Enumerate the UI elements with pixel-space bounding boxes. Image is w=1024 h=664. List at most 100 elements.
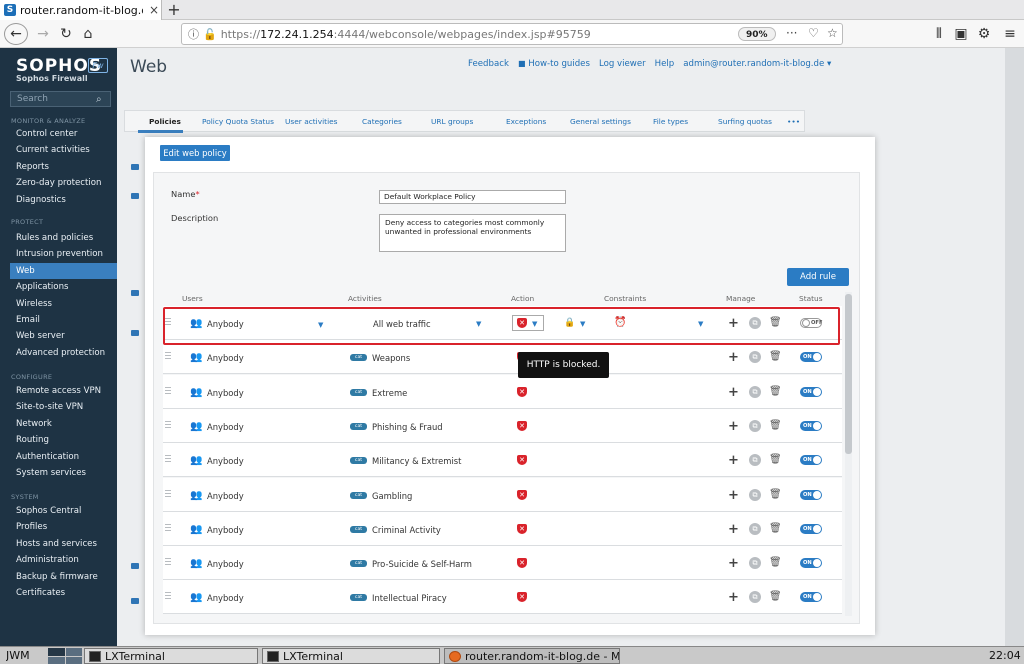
block-shield-icon[interactable]: ✕ [517,420,527,431]
new-tab-button[interactable]: + [164,0,184,20]
rule-activity[interactable]: All web traffic [373,319,431,329]
back-icon[interactable]: ← [4,23,28,45]
sidebar-item-diagnostics[interactable]: Diagnostics [10,192,117,208]
lock-warning-icon[interactable]: 🔓 [203,28,217,41]
reload-icon[interactable]: ↻ [55,23,77,45]
drag-handle-icon[interactable] [165,420,171,428]
lock-dropdown-icon[interactable]: ▼ [580,320,585,328]
activities-dropdown-icon[interactable]: ▼ [476,320,481,328]
sidebar-item-authentication[interactable]: Authentication [10,449,117,465]
clone-icon[interactable]: ⧉ [749,522,761,535]
tab-policies[interactable]: Policies [149,117,181,126]
drag-handle-icon[interactable] [165,386,171,394]
menu-icon[interactable]: ≡ [999,23,1021,45]
add-icon[interactable]: + [728,316,739,331]
sidebar-item-current-activities[interactable]: Current activities [10,142,117,158]
pocket-icon[interactable]: ♡ [808,26,819,40]
rule-row[interactable]: 👥 Anybody cat Phishing & Fraud ✕ + ⧉ 🗑 ON [163,408,842,443]
rules-scrollbar-thumb[interactable] [845,294,852,454]
info-icon[interactable]: ⓘ [188,26,199,42]
sidebar-item-backup-firmware[interactable]: Backup & firmware [10,569,117,585]
status-toggle[interactable]: ON [800,592,822,603]
sidebar-item-zero-day-protection[interactable]: Zero-day protection [10,175,117,191]
add-icon[interactable]: + [728,453,739,468]
constraints-dropdown-icon[interactable]: ▼ [698,320,703,328]
workspace-pager[interactable] [48,648,82,664]
workspace-3[interactable] [48,656,65,664]
home-icon[interactable]: ⌂ [77,23,99,45]
drag-handle-icon[interactable] [165,352,171,360]
admin-user-menu[interactable]: admin@router.random-it-blog.de ▾ [683,59,831,69]
more-icon[interactable]: ··· [786,26,797,40]
sidebar-item-site-to-site-vpn[interactable]: Site-to-site VPN [10,399,117,415]
sidebar-item-routing[interactable]: Routing [10,432,117,448]
sidebar-item-advanced-protection[interactable]: Advanced protection [10,345,117,361]
users-dropdown-icon[interactable]: ▼ [318,319,323,329]
clone-icon[interactable]: ⧉ [749,454,761,467]
clone-icon[interactable]: ⧉ [749,557,761,570]
clone-icon[interactable]: ⧉ [749,385,761,398]
block-shield-icon[interactable]: ✕ [517,592,527,603]
rule-row[interactable]: 👥 Anybody cat Criminal Activity ✕ + ⧉ 🗑 ON [163,511,842,546]
sidebar-item-reports[interactable]: Reports [10,159,117,175]
trash-icon[interactable]: 🗑 [769,420,782,431]
block-shield-icon[interactable]: ✕ [517,523,527,534]
rule-row[interactable]: 👥 Anybody cat Intellectual Piracy ✕ + ⧉ 🗑 ON [163,580,842,615]
status-toggle[interactable]: ON [800,352,822,363]
url-bar[interactable]: ⓘ 🔓 https://172.24.1.254:4444/webconsole… [181,23,843,45]
trash-icon[interactable]: 🗑 [769,557,782,568]
tab-url-groups[interactable]: URL groups [431,117,473,126]
clone-icon[interactable]: ⧉ [749,591,761,604]
sidebar-item-email[interactable]: Email [10,312,117,328]
workspace-1[interactable] [48,648,65,656]
search-input[interactable]: Search ⌕ [10,91,111,107]
trash-icon[interactable]: 🗑 [769,454,782,465]
rule-row[interactable]: 👥 Anybody cat Militancy & Extremist ✕ + ⧉ 🗑 ON [163,443,842,478]
tab-categories[interactable]: Categories [362,117,402,126]
clone-icon[interactable]: ⧉ [749,419,761,432]
taskbar-lxterminal-2[interactable]: LXTerminal [262,648,440,664]
drag-handle-icon[interactable] [165,455,171,463]
drag-handle-icon[interactable] [165,558,171,566]
add-icon[interactable]: + [728,522,739,537]
clone-icon[interactable]: ⧉ [749,317,761,329]
more-tabs-button[interactable]: ••• [787,117,800,126]
add-icon[interactable]: + [728,419,739,434]
close-tab-icon[interactable]: × [147,3,161,17]
window-manager-label[interactable]: JWM [6,648,30,664]
tab-user-activities[interactable]: User activities [285,117,338,126]
status-toggle[interactable]: ON [800,489,822,500]
rule-row[interactable]: 👥 Anybody ▼ All web traffic ▼ ✕ ▼ 🔒 ▼ ⏰ ▼ + ⧉ 🗑 OFF [163,306,842,340]
drag-handle-icon[interactable] [165,489,171,497]
block-shield-icon[interactable]: ✕ [517,558,527,569]
library-icon[interactable]: ⫴ [928,23,950,45]
workspace-2[interactable] [65,648,82,656]
tab-file-types[interactable]: File types [653,117,688,126]
status-toggle[interactable]: OFF [800,318,823,328]
rule-row[interactable]: 👥 Anybody cat Pro-Suicide & Self-Harm ✕ + ⧉ 🗑 ON [163,546,842,581]
sidebar-item-administration[interactable]: Administration [10,552,117,568]
help-link[interactable]: Help [655,59,675,69]
status-toggle[interactable]: ON [800,523,822,534]
extension-icon[interactable]: ⚙ [973,23,995,45]
lock-icon[interactable]: 🔒 [564,318,575,328]
status-toggle[interactable]: ON [800,558,822,569]
trash-icon[interactable]: 🗑 [769,351,782,362]
sidebar-item-web-server[interactable]: Web server [10,328,117,344]
description-field[interactable]: Deny access to categories most commonly … [379,214,566,252]
tab-surfing-quotas[interactable]: Surfing quotas [718,117,772,126]
clone-icon[interactable]: ⧉ [749,488,761,501]
trash-icon[interactable]: 🗑 [769,523,782,534]
name-field[interactable]: Default Workplace Policy [379,190,566,204]
tab-general-settings[interactable]: General settings [570,117,631,126]
sidebar-icon[interactable]: ▣ [950,23,972,45]
trash-icon[interactable]: 🗑 [769,317,782,328]
bookmark-star-icon[interactable]: ☆ [827,26,838,40]
search-icon[interactable]: ⌕ [96,94,110,105]
action-dropdown-icon[interactable]: ▼ [532,320,537,328]
how-to-guides-link[interactable]: ■ How-to guides [518,59,590,69]
browser-tab[interactable]: S router.random-it-blog.de × [0,0,162,20]
rule-row[interactable]: 👥AnybodycatWeapons✕+⧉🗑ON [163,340,842,375]
block-shield-icon[interactable]: ✕ [517,455,527,466]
block-shield-icon[interactable]: ✕ [517,489,527,500]
